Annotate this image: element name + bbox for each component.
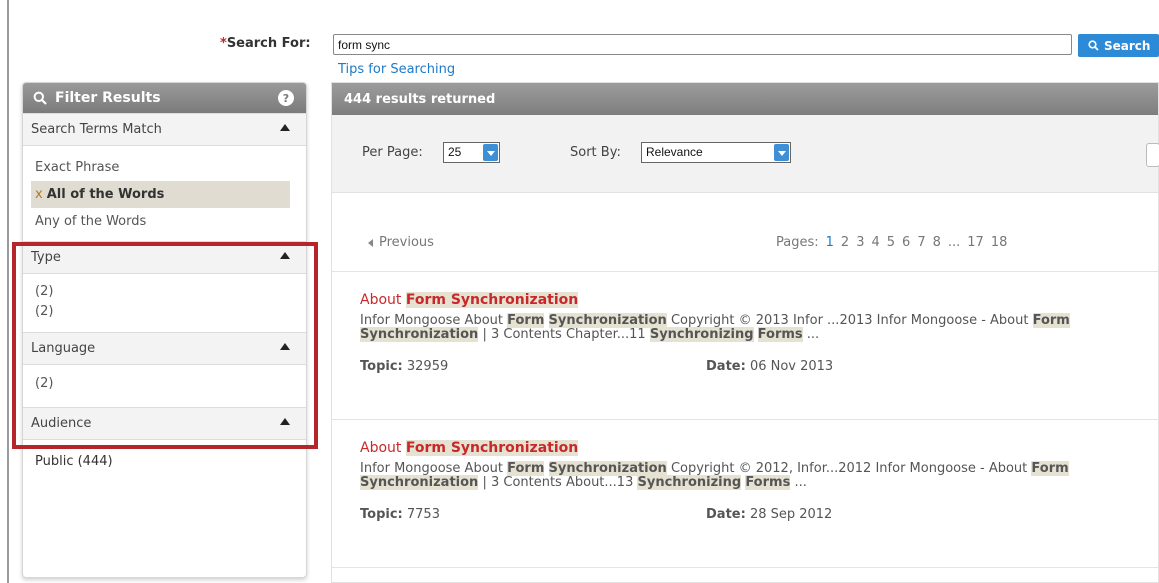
filter-header: Filter Results ? [23,83,306,113]
page-link[interactable]: 1 [826,235,834,250]
page-link[interactable]: 18 [991,235,1008,250]
result-snippet: Infor Mongoose About Form Synchronizatio… [360,313,1070,342]
page-links: Pages: 1 2 3 4 5 6 7 8 ... 17 18 [776,235,1008,250]
result-title-link[interactable]: About Form Synchronization [360,440,579,456]
results-panel: 444 results returned Per Page: 25 Sort B… [331,82,1159,583]
search-input[interactable] [333,34,1072,55]
result-topic: Topic: 7753 [360,507,440,522]
sort-by-select[interactable]: Relevance [641,142,791,163]
page-link[interactable]: 4 [871,235,879,250]
page-link[interactable]: 17 [967,235,984,250]
chevron-down-icon[interactable] [774,144,789,161]
option-exact-phrase[interactable]: Exact Phrase [23,154,306,181]
page-link[interactable]: 2 [841,235,849,250]
sort-by-label: Sort By: [570,145,621,160]
search-label: *Search For: [220,36,311,51]
search-button-label: Search [1104,38,1151,53]
chevron-down-icon[interactable] [483,144,498,161]
page-link[interactable]: 5 [887,235,895,250]
left-border-line [7,0,9,583]
page-ellipsis: ... [947,235,961,250]
view-toggle-button[interactable] [1146,143,1159,167]
magnifier-icon [1088,40,1099,51]
result-divider [332,567,1159,583]
remove-filter-icon[interactable]: x [35,187,43,202]
pagination-bar: Previous Pages: 1 2 3 4 5 6 7 8 ... 17 1… [332,193,1158,273]
page-link[interactable]: 8 [933,235,941,250]
result-date: Date: 06 Nov 2013 [706,359,834,374]
audience-option-public[interactable]: Public (444) [23,448,306,475]
page-link[interactable]: 6 [902,235,910,250]
result-date: Date: 28 Sep 2012 [706,507,833,522]
results-controls: Per Page: 25 Sort By: Relevance [332,115,1159,193]
results-count: 444 results returned [332,83,1158,115]
section-search-terms-match[interactable]: Search Terms Match [23,113,306,146]
search-button[interactable]: Search [1078,34,1159,57]
previous-link[interactable]: Previous [368,235,434,250]
magnifier-icon [33,91,47,105]
page-link[interactable]: 7 [917,235,925,250]
option-any-of-the-words[interactable]: Any of the Words [23,208,306,235]
result-item: About Form Synchronization Infor Mongoos… [332,419,1159,567]
result-topic: Topic: 32959 [360,359,449,374]
tips-for-searching-link[interactable]: Tips for Searching [338,62,455,77]
result-item: About Form Synchronization Infor Mongoos… [332,271,1159,419]
page-link[interactable]: 3 [856,235,864,250]
filter-title: Filter Results [55,90,161,106]
per-page-label: Per Page: [362,145,423,160]
annotation-highlight-box [12,242,318,449]
triangle-up-icon[interactable] [280,124,290,131]
result-title-link[interactable]: About Form Synchronization [360,292,579,308]
per-page-select[interactable]: 25 [443,142,500,163]
help-icon[interactable]: ? [278,90,294,106]
option-all-of-the-words[interactable]: x All of the Words [31,181,290,208]
result-snippet: Infor Mongoose About Form Synchronizatio… [360,461,1069,490]
triangle-left-icon [368,238,373,247]
